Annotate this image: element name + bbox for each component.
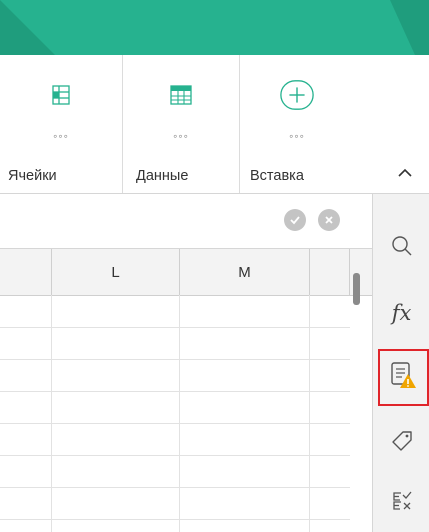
- vertical-scrollbar[interactable]: [353, 273, 360, 305]
- top-app-bar: [0, 0, 429, 55]
- grid-row-line: [0, 519, 350, 520]
- grid-row-line: [0, 359, 350, 360]
- grid-column-line: [179, 295, 180, 532]
- grid-row-line: [0, 391, 350, 392]
- group-label-data: Данные: [136, 168, 189, 184]
- column-header-partial[interactable]: [0, 249, 52, 295]
- formula-bar[interactable]: [0, 194, 372, 249]
- column-header-l[interactable]: L: [52, 249, 180, 295]
- grid-column-line: [51, 295, 52, 532]
- grid-row-line: [0, 455, 350, 456]
- highlight-box: [378, 349, 429, 406]
- group-label-cells: Ячейки: [8, 168, 57, 184]
- cells-icon[interactable]: [43, 77, 79, 113]
- column-header-m[interactable]: M: [180, 249, 310, 295]
- function-icon[interactable]: fx: [373, 291, 429, 335]
- grid-row-line: [0, 487, 350, 488]
- close-icon[interactable]: [318, 209, 340, 231]
- ribbon-toolbar: ◦◦◦ Ячейки ◦◦◦ Данные ◦◦◦ Вставка: [0, 55, 429, 194]
- data-table-icon[interactable]: [163, 77, 199, 113]
- tag-icon[interactable]: [373, 419, 429, 463]
- insert-plus-icon[interactable]: [279, 77, 315, 113]
- grid-column-line: [309, 295, 310, 532]
- ribbon-group-cells[interactable]: ◦◦◦ Ячейки: [0, 55, 122, 193]
- search-icon[interactable]: [373, 224, 429, 268]
- top-bar-background: [0, 0, 429, 55]
- column-header-row: L M: [0, 249, 372, 296]
- more-dots[interactable]: ◦◦◦: [240, 129, 354, 143]
- ribbon-group-data[interactable]: ◦◦◦ Данные: [123, 55, 239, 193]
- more-dots[interactable]: ◦◦◦: [0, 129, 122, 143]
- chevron-up-icon[interactable]: [395, 163, 415, 183]
- check-icon[interactable]: [284, 209, 306, 231]
- spreadsheet-grid[interactable]: L M: [0, 249, 372, 532]
- group-label-insert: Вставка: [250, 168, 304, 184]
- more-dots[interactable]: ◦◦◦: [123, 129, 239, 143]
- grid-row-line: [0, 327, 350, 328]
- ribbon-group-insert[interactable]: ◦◦◦ Вставка: [240, 55, 354, 193]
- grid-row-line: [0, 423, 350, 424]
- conditional-format-icon[interactable]: [373, 479, 429, 523]
- column-header-partial[interactable]: [310, 249, 350, 295]
